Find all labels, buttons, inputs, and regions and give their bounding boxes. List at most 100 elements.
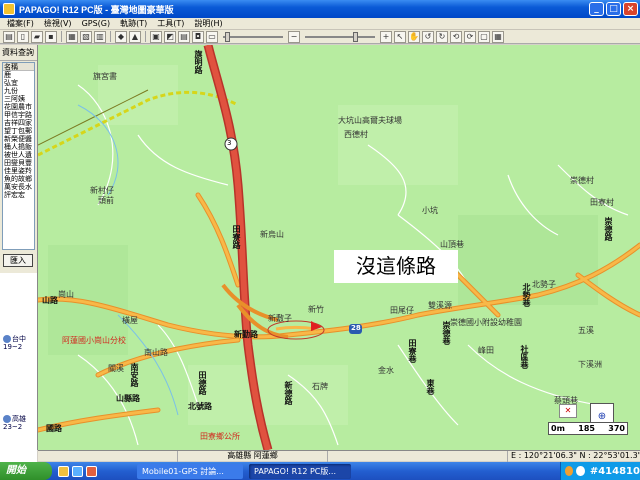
navigate-icon[interactable]: ◩ (164, 30, 176, 43)
list-item[interactable]: 萬安長水 (3, 183, 34, 191)
quick-launch-icon[interactable] (58, 465, 69, 477)
list-item[interactable]: 魚的故鄉 (3, 175, 34, 183)
route-icon[interactable]: ▣ (150, 30, 162, 43)
weather-temp: 19~2 (3, 343, 23, 351)
minimize-button[interactable]: _ (589, 2, 604, 16)
reset-view-icon[interactable]: ⟲ (450, 30, 462, 43)
road-label: 國路 (46, 424, 62, 433)
road-label: 崇德巷 (442, 321, 451, 345)
toolbar: ▤ ▯ ▰ ▪ ▦ ▧ ▥ ◆ ▲ ▣ ◩ ▤ ◘ ▭ − + ↖ ✋ ↺ ↻ … (0, 30, 640, 44)
road-label: 山路 (42, 296, 58, 305)
tracks-icon[interactable]: ▤ (178, 30, 190, 43)
scale-mid: 185 (578, 424, 595, 433)
app-icon (3, 3, 15, 15)
highway-number: 3 (227, 139, 232, 147)
map-label: 大坑山高爾夫球場 (338, 116, 402, 125)
open-icon[interactable]: ▰ (31, 30, 43, 43)
menu-help[interactable]: 說明(H) (189, 18, 227, 29)
list-item[interactable]: 望丁包郵 (3, 127, 34, 135)
save-icon[interactable]: ▪ (45, 30, 57, 43)
menu-tools[interactable]: 工具(T) (152, 18, 189, 29)
mountain-icon[interactable]: ▲ (129, 30, 141, 43)
map-label: 田寮村 (590, 198, 614, 207)
list-item[interactable]: 三阿姨 (3, 95, 34, 103)
road-label: 田德路 (198, 371, 207, 395)
tray-icon[interactable] (565, 466, 574, 476)
menu-view[interactable]: 檢視(V) (39, 18, 77, 29)
window-title: PAPAGO! R12 PC版 - 臺灣地圖豪華版 (19, 4, 174, 15)
weather-panel: 台中 19~2 高雄 23~2 (0, 273, 37, 473)
provincial-number: 28 (351, 324, 361, 332)
list-item[interactable]: 新榮便醬 (3, 135, 34, 143)
menu-track[interactable]: 軌跡(T) (115, 18, 152, 29)
list-item[interactable]: 鹿 (3, 71, 34, 79)
map-label: 頭前 (98, 196, 114, 205)
scale-bar: 0m 185 370 (548, 422, 628, 435)
fit-icon[interactable]: ⟳ (464, 30, 476, 43)
menu-file[interactable]: 檔案(F) (2, 18, 39, 29)
grid-icon[interactable]: ▧ (80, 30, 92, 43)
menu-bar: 檔案(F) 檢視(V) GPS(G) 軌跡(T) 工具(T) 說明(H) (0, 18, 640, 30)
status-empty-cell (328, 450, 508, 462)
quick-launch-icon[interactable] (86, 465, 97, 477)
close-button[interactable]: × (623, 2, 638, 16)
export-icon[interactable]: ▦ (492, 30, 504, 43)
list-item[interactable]: 桶人搗飯 (3, 143, 34, 151)
car-icon[interactable]: ◆ (115, 30, 127, 43)
road-label: 田寮巷 (408, 339, 417, 363)
title-bar: PAPAGO! R12 PC版 - 臺灣地圖豪華版 _ □ × (0, 0, 640, 18)
list-item[interactable]: 吉祥四家 (3, 119, 34, 127)
taskbar-button-browser[interactable]: Mobile01-GPS 討論... (137, 463, 243, 479)
weather-item: 台中 19~2 (3, 335, 26, 351)
list-item[interactable]: 田燮貝豐 (3, 159, 34, 167)
rotate-left-icon[interactable]: ↺ (422, 30, 434, 43)
gps-status-icon[interactable]: ✕ (559, 404, 577, 418)
menu-gps[interactable]: GPS(G) (77, 19, 116, 28)
hand-icon[interactable]: ✋ (408, 30, 420, 43)
weather-temp: 23~2 (3, 423, 23, 431)
map-view[interactable]: 3 28 旗宮書 大坑山高爾夫球場 西德村 新烏山 山頂巷 北勢子 田寮村 崇德… (38, 45, 640, 450)
map-canvas[interactable] (38, 45, 640, 450)
zoom-in-icon[interactable]: + (380, 30, 392, 43)
road-label: 新德路 (284, 381, 293, 405)
list-item[interactable]: 九份 (3, 87, 34, 95)
print-icon[interactable]: ▥ (94, 30, 106, 43)
list-item[interactable]: 評宏宏 (3, 191, 34, 199)
zoom-slider-thumb[interactable] (353, 31, 358, 42)
road-label: 南安路 (130, 363, 139, 387)
rotate-right-icon[interactable]: ↻ (436, 30, 448, 43)
tilt-slider-thumb[interactable] (225, 31, 230, 42)
road-label: 北號路 (188, 402, 212, 411)
tray-icon[interactable] (576, 466, 585, 476)
list-header[interactable]: 名稱 (3, 63, 34, 71)
fullscreen-icon[interactable]: ▢ (478, 30, 490, 43)
map-label: 新村仔 (90, 186, 114, 195)
toolbar-divider (145, 31, 146, 42)
map-label: 新烏山 (260, 230, 284, 239)
zoom-out-icon[interactable]: − (288, 30, 300, 43)
book-icon[interactable]: ▤ (3, 30, 15, 43)
maximize-button[interactable]: □ (606, 2, 621, 16)
list-item[interactable]: 花園農市 (3, 103, 34, 111)
poi-list[interactable]: 名稱 鹿 弘宜 九份 三阿姨 花園農市 甲信宇路 吉祥四家 望丁包郵 新榮便醬 … (2, 62, 35, 250)
taskbar-button-papago[interactable]: PAPAGO! R12 PC版... (249, 463, 351, 479)
tilt-slider[interactable] (223, 31, 283, 42)
camera-icon[interactable]: ◘ (192, 30, 204, 43)
quick-launch-icon[interactable] (72, 465, 83, 477)
list-item[interactable]: 佳里姿羚 (3, 167, 34, 175)
list-item[interactable]: 被世人遺 (3, 151, 34, 159)
zoom-slider[interactable] (305, 31, 375, 42)
start-button[interactable]: 開始 (0, 462, 52, 480)
scale-end: 370 (608, 424, 625, 433)
select-icon[interactable]: ↖ (394, 30, 406, 43)
status-bar: 高雄縣 阿蓮鄉 E : 120°21'06.3" N : 22°53'01.3" (38, 450, 640, 462)
import-button[interactable]: 匯入 (3, 254, 33, 267)
map-label: 田尾仔 (390, 306, 414, 315)
list-item[interactable]: 弘宜 (3, 79, 34, 87)
list-item[interactable]: 甲信宇路 (3, 111, 34, 119)
new-icon[interactable]: ▯ (17, 30, 29, 43)
status-coordinates: E : 120°21'06.3" N : 22°53'01.3" (511, 450, 640, 460)
layers-icon[interactable]: ▦ (66, 30, 78, 43)
display-icon[interactable]: ▭ (206, 30, 218, 43)
map-label: 西德村 (344, 130, 368, 139)
